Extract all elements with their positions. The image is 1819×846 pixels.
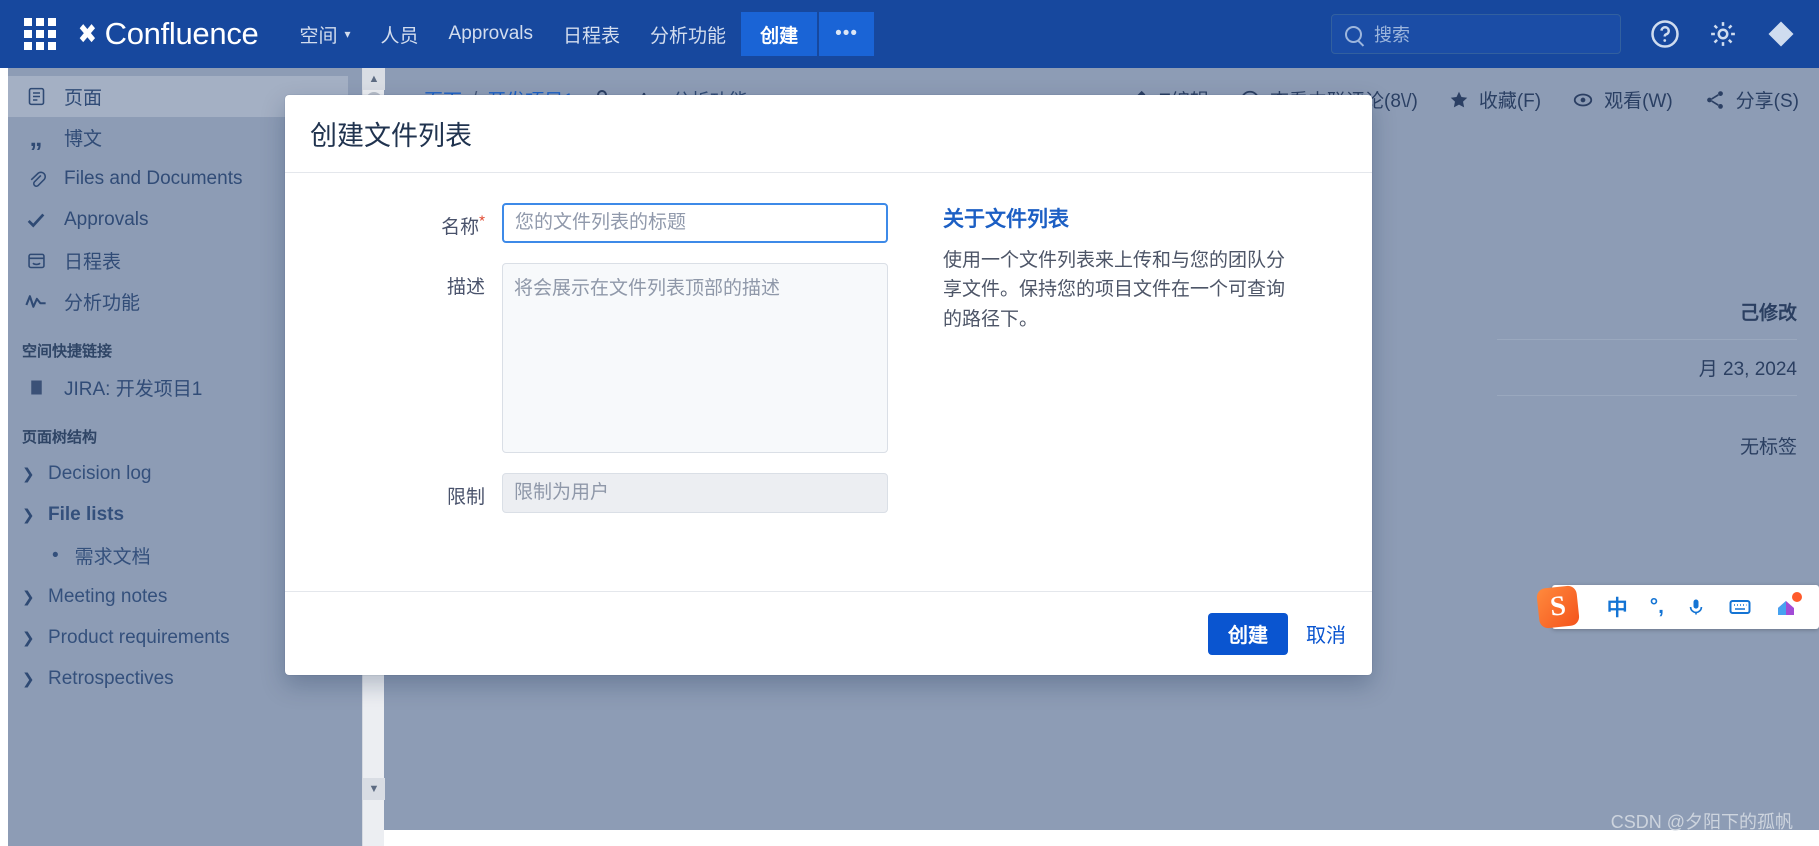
nav-links: 空间 ▾ 人员 Approvals 日程表 分析功能 创建 ••• [284,0,875,68]
page-meta-labels: 无标签 [1739,437,1797,458]
divider [1497,395,1797,396]
restrict-input[interactable] [502,473,888,513]
chevron-right-icon[interactable]: ❯ [22,670,48,688]
sidebar-tree-label: File lists [48,503,125,525]
nav-item-label: 分析功能 [650,25,727,47]
create-more-button[interactable]: ••• [819,12,875,56]
confluence-logo[interactable]: ✖ Confluence [76,16,259,52]
help-icon[interactable] [1645,14,1685,54]
page-meta-modified: 己修改 [1739,303,1797,324]
sidebar-item-label: 分析功能 [64,293,141,314]
create-file-list-dialog: 创建文件列表 名称* 描述 限制 [285,95,1372,675]
chevron-right-icon[interactable]: ❯ [22,588,48,606]
nav-item-people[interactable]: 人员 [366,12,434,56]
description-label: 描述 [446,277,485,298]
confluence-mark-icon: ✖ [77,18,97,49]
create-button[interactable]: 创建 [741,12,818,56]
dialog-form: 名称* 描述 限制 [285,203,905,591]
nav-item-label: 人员 [380,25,419,47]
nav-item-label: 空间 [299,25,338,47]
name-label-text: 名称 [441,217,480,238]
quote-icon: „ [29,122,43,152]
analytics-icon [22,291,50,312]
page-meta: 己修改 月 23, 2024 无标签 [1497,298,1797,459]
app-switcher-icon[interactable] [22,16,58,52]
field-row-name: 名称* [305,203,905,243]
search-placeholder: 搜索 [1374,25,1410,45]
star-icon [1450,91,1468,107]
page-tool-watch-label: 观看(W) [1604,91,1673,112]
punctuation-icon[interactable]: °, [1650,595,1664,619]
sidebar-item-label: Files and Documents [64,167,243,189]
chevron-down-icon: ▾ [344,27,351,41]
dialog-footer: 创建 取消 [285,591,1372,675]
dialog-body: 名称* 描述 限制 关于文件列表 使用一个文件列表来上传和与您的团队分享文件。保… [285,173,1372,591]
cancel-button[interactable]: 取消 [1306,619,1346,648]
required-marker: * [479,212,485,230]
sidebar-item-label: 页面 [64,88,103,109]
page-tool-share-label: 分享(S) [1735,91,1799,112]
nav-item-calendars[interactable]: 日程表 [548,12,635,56]
top-navigation: ✖ Confluence 空间 ▾ 人员 Approvals 日程表 分析功能 … [0,0,1819,68]
microphone-icon[interactable] [1686,595,1706,619]
chevron-down-icon[interactable]: ❯ [22,506,48,524]
restrict-label: 限制 [446,487,485,508]
scroll-down-arrow[interactable]: ▼ [363,778,385,800]
field-row-description: 描述 [305,263,905,453]
sidebar-tree-label: 需求文档 [74,547,151,568]
info-text: 使用一个文件列表来上传和与您的团队分享文件。保持您的项目文件在一个可查询的路径下… [943,250,1286,330]
scroll-up-arrow[interactable]: ▲ [363,68,385,90]
description-textarea[interactable] [502,263,888,453]
sidebar-tree-label: Meeting notes [48,585,168,607]
sidebar-tree-label: Retrospectives [48,667,174,689]
dialog-info-panel: 关于文件列表 使用一个文件列表来上传和与您的团队分享文件。保持您的项目文件在一个… [905,203,1315,591]
search-box[interactable]: 搜索 [1331,14,1621,54]
page-tool-favorite-label: 收藏(F) [1478,91,1542,112]
sidebar-shortcut-label: JIRA: 开发项目1 [64,379,203,400]
field-row-restrict: 限制 [305,473,905,513]
toolbox-icon[interactable] [1774,592,1802,619]
check-icon [22,209,50,231]
brand-name: Confluence [104,16,259,51]
dialog-header: 创建文件列表 [285,95,1372,173]
paperclip-icon [22,168,50,189]
chevron-right-icon[interactable]: ❯ [22,629,48,647]
info-title: 关于文件列表 [943,208,1069,231]
chevron-right-icon[interactable]: ❯ [22,465,48,483]
sidebar-item-label: Approvals [64,208,149,230]
share-icon [1706,90,1723,109]
sogou-logo-icon[interactable]: S [1535,585,1580,629]
nav-item-approvals[interactable]: Approvals [434,12,549,56]
nav-item-label: Approvals [448,23,534,44]
page-meta-date: 月 23, 2024 [1698,359,1797,380]
nav-item-spaces[interactable]: 空间 ▾ [284,12,365,56]
search-icon [1345,25,1362,43]
sidebar-tree-label: Product requirements [48,626,230,648]
nav-item-analytics[interactable]: 分析功能 [635,12,741,56]
watermark: CSDN @夕阳下的孤帆 [1610,812,1793,832]
jira-icon [22,377,50,398]
divider [1497,339,1797,340]
dialog-title: 创建文件列表 [310,121,472,151]
sidebar-tree-label: Decision log [48,462,152,484]
notification-icon[interactable] [1761,14,1801,54]
sidebar-item-label: 日程表 [64,252,122,273]
gear-icon[interactable] [1703,14,1743,54]
page-tool-favorite[interactable]: 收藏(F) [1448,86,1541,113]
page-tool-share[interactable]: 分享(S) [1703,86,1799,113]
create-submit-button[interactable]: 创建 [1208,612,1288,655]
name-input[interactable] [502,203,888,243]
keyboard-icon[interactable] [1728,595,1752,619]
calendar-icon [22,250,50,271]
left-edge [0,68,8,846]
name-label: 名称* [305,203,502,239]
page-icon [22,86,50,107]
sidebar-item-label: 博文 [64,129,103,150]
bullet-icon: • [52,544,59,566]
chinese-mode-icon[interactable]: 中 [1607,592,1628,622]
eye-icon [1573,93,1593,106]
page-tool-watch[interactable]: 观看(W) [1571,86,1673,113]
nav-item-label: 日程表 [563,25,621,47]
ime-toolbar[interactable]: S 中 °, [1535,585,1819,629]
